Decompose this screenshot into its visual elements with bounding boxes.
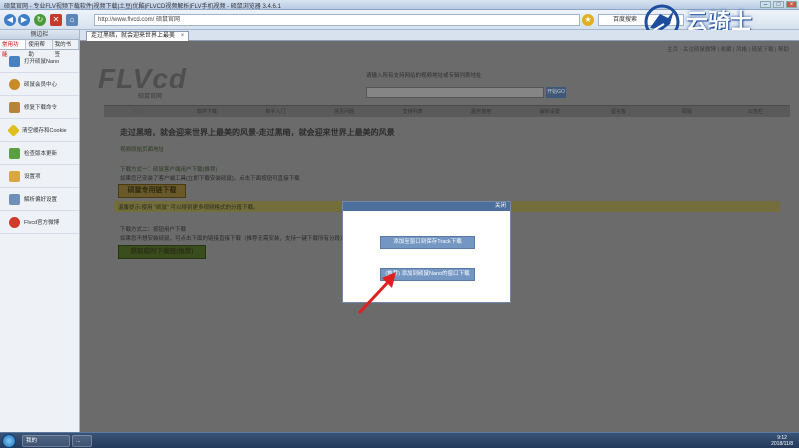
taskbar-item[interactable]: 我的 [22, 435, 70, 447]
favorite-star-icon[interactable]: ★ [582, 14, 594, 26]
menu-item[interactable]: 留言板 [584, 106, 653, 117]
tip-text: 温馨提示:使用 "硕鼠" 可以得到更多视频格式的分段下载。 [118, 205, 259, 211]
site-menu: 首页 软件下载 新手入门 常见问题 支持列表 服务使用 解析设置 留言板 硕鼠 … [104, 105, 790, 117]
sidebar-item-label: 解析偏好设置 [24, 197, 58, 203]
add-track-download-button[interactable]: 添加至窗口到保存Track下载 [380, 236, 475, 249]
sidebar-tabs: 常用功能 使用帮助 我的书签 [0, 40, 79, 58]
sidebar-item-label: 修复下载命令 [24, 105, 58, 111]
home-icon[interactable]: ⌂ [66, 14, 78, 26]
weibo-icon [9, 216, 20, 228]
system-clock[interactable]: 9:12 2018/11/8 [771, 435, 793, 447]
sidebar-item-update[interactable]: 检查版本更新 [0, 142, 79, 165]
red-arrow-annotation [358, 272, 396, 314]
nano-icon [9, 55, 20, 67]
menu-item[interactable]: 首页 [104, 106, 173, 117]
method1-description: 如果您已安装了客户端工具(立即下载安装硕鼠)，点击下面按钮可直接下载 [120, 176, 300, 182]
menu-item[interactable]: 新手入门 [241, 106, 310, 117]
refresh-icon[interactable]: ↻ [34, 14, 46, 26]
sidebar-item-label: Flvcd官方微博 [24, 220, 60, 226]
puzzle-icon [9, 147, 20, 159]
url-hint: 请输入所有支持网站的视频地址或专辑列表地址 [366, 73, 482, 79]
sidebar-item-repair[interactable]: 修复下载命令 [0, 96, 79, 119]
method1-title: 下载方式一：硕鼠客户端用户下载(推荐) [120, 167, 218, 173]
temp-link-button[interactable]: 获取临时下载链(推荐) [118, 245, 206, 259]
menu-item[interactable]: 软件下载 [173, 106, 242, 117]
menu-item[interactable]: 公告栏 [721, 106, 790, 117]
menu-item[interactable]: 常见问题 [310, 106, 379, 117]
top-links[interactable]: 主页 · 关注硕鼠微博 | 收藏 | 风格 | 硕鼠下载 | 帮助 [667, 45, 789, 53]
sidebar-item-label: 设置项 [24, 174, 41, 180]
search-label: 百度搜索 [613, 17, 638, 23]
sidebar-header: 侧边栏 [0, 30, 79, 40]
forward-icon[interactable]: ▶ [18, 14, 30, 26]
folder-icon [9, 170, 20, 182]
sidebar-item-label: 打开硕鼠Nano [24, 59, 60, 65]
method2-title: 下载方式二：按钮用户下载 [120, 227, 187, 233]
tab-label: 走过黑暗，就会迎来世界上最美 [91, 33, 176, 39]
logo-subtitle: 硕鼠官网 [138, 94, 163, 100]
sidebar-tab-help[interactable]: 使用帮助 [26, 40, 53, 58]
video-url-input[interactable] [366, 87, 544, 98]
sidebar-item-label: 清空缓存和Cookie [22, 128, 67, 134]
sidebar-item-settings[interactable]: 设置项 [0, 165, 79, 188]
stop-icon[interactable]: ✕ [50, 14, 62, 26]
member-icon [9, 78, 20, 90]
start-button-icon[interactable] [2, 434, 16, 448]
menu-item[interactable]: 解析设置 [516, 106, 585, 117]
menu-item[interactable]: 服务使用 [447, 106, 516, 117]
sidebar-item-member[interactable]: 硕鼠会员中心 [0, 73, 79, 96]
taskbar-item[interactable]: ... [72, 435, 92, 447]
client-download-button[interactable]: 硕鼠专用链下载 [118, 184, 186, 198]
sidebar-tab-bookmarks[interactable]: 我的书签 [53, 40, 79, 58]
method2-description: 如果您不想安装硕鼠，可点击下面的链接直接下载（推荐无需安装，支持一键下载所有分段… [120, 236, 346, 242]
tab-strip: 走过黑暗，就会迎来世界上最美 × [80, 30, 799, 41]
back-icon[interactable]: ◀ [4, 14, 16, 26]
clock-date: 2018/11/8 [771, 441, 793, 447]
flvcd-logo: FLVcd 硕鼠官网 [86, 53, 196, 100]
taskbar: 我的 ... 9:12 2018/11/8 [0, 432, 799, 448]
video-title: 走过黑暗，就会迎来世界上最美的风景-走过黑暗，就会迎来世界上最美的风景 [120, 128, 395, 137]
sidebar-tab-common[interactable]: 常用功能 [0, 40, 27, 58]
sidebar-item-label: 检查版本更新 [24, 151, 58, 157]
warning-icon [7, 123, 20, 137]
sidebar-item-parse-pref[interactable]: 解析偏好设置 [0, 188, 79, 211]
sidebar-item-open-nano[interactable]: 打开硕鼠Nano [0, 50, 79, 73]
window-icon [9, 193, 20, 205]
sidebar-item-label: 硕鼠会员中心 [24, 82, 58, 88]
sidebar-item-weibo[interactable]: Flvcd官方微博 [0, 211, 79, 234]
tab-flvcd[interactable]: 走过黑暗，就会迎来世界上最美 × [86, 31, 190, 41]
sidebar-item-clear-cache[interactable]: 清空缓存和Cookie [0, 119, 79, 142]
tab-close-icon[interactable]: × [181, 33, 185, 39]
repair-icon [9, 101, 20, 113]
dialog-close-link[interactable]: 关闭 [343, 202, 510, 211]
menu-item[interactable]: 硕鼠 [653, 106, 722, 117]
window-title: 硕鼠官网 - 专业FLV视频下载软件|视频下载|土豆|优酷|FLVCD视频解析|… [4, 4, 281, 10]
menu-item[interactable]: 支持列表 [378, 106, 447, 117]
parse-button[interactable]: 开始GO [546, 87, 566, 98]
address-bar[interactable]: http://www.flvcd.com/ 硕鼠官网 [94, 14, 580, 26]
sidebar: 侧边栏 常用功能 使用帮助 我的书签 打开硕鼠Nano 硕鼠会员中心 修复下载命… [0, 30, 80, 432]
original-address-link[interactable]: 视频原始页面地址 [120, 145, 164, 153]
